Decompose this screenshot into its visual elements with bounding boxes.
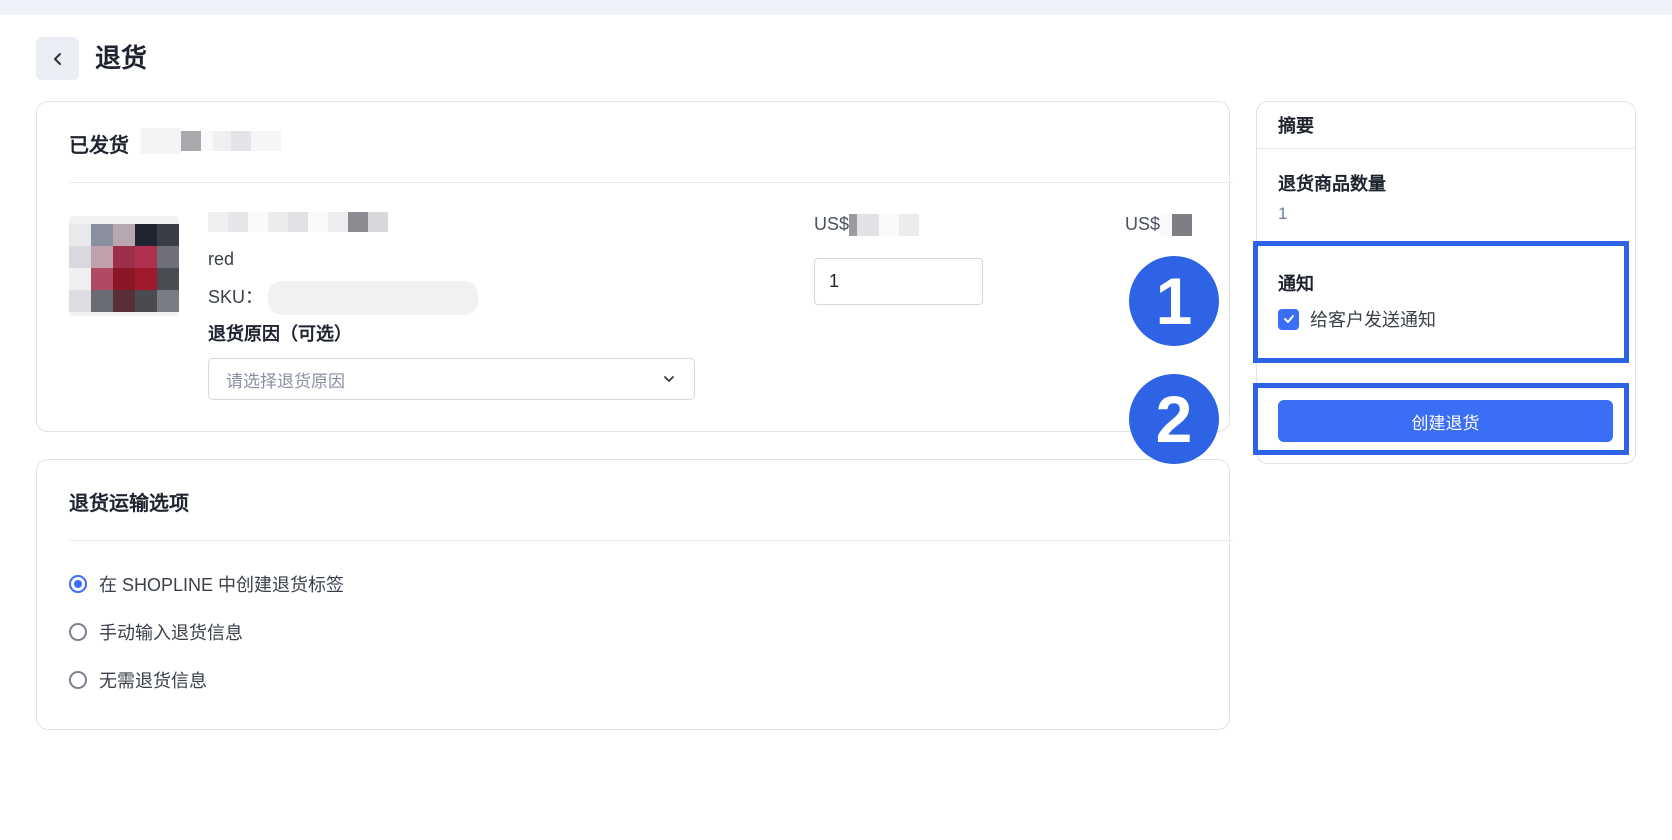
shipping-heading: 退货运输选项 (69, 493, 189, 515)
card-divider (69, 182, 1233, 183)
return-quantity-label: 退货商品数量 (1278, 174, 1386, 194)
unit-price: US$ (814, 214, 920, 237)
variant-label: red (208, 249, 235, 269)
chevron-down-icon (664, 376, 674, 382)
quantity-input[interactable] (814, 258, 983, 305)
sku-label: SKU： (208, 281, 479, 315)
chevron-left-icon (53, 52, 61, 65)
redacted-product-name (208, 212, 388, 232)
return-shipping-card: 退货运输选项 在 SHOPLINE 中创建退货标签 手动输入退货信息 无需退货信… (36, 459, 1233, 730)
shipping-option-label: 无需退货信息 (99, 671, 207, 691)
shipping-option-label: 在 SHOPLINE 中创建退货标签 (99, 575, 345, 595)
highlight-box-notification (1253, 241, 1629, 363)
redacted-line-total (1160, 214, 1193, 237)
radio-button[interactable] (69, 575, 87, 593)
shipping-option-shopline-label[interactable]: 在 SHOPLINE 中创建退货标签 (69, 571, 344, 597)
unit-price-currency: US$ (814, 214, 850, 234)
summary-title: 摘要 (1278, 116, 1314, 136)
step-marker-2: 2 (1129, 374, 1219, 464)
product-image (69, 216, 179, 316)
line-total-currency: US$ (1125, 214, 1161, 234)
shipped-items-card: 已发货 red SKU： 退货原因（可选） 请选择退货原因 US$ 1 US$ (36, 101, 1233, 432)
radio-button[interactable] (69, 671, 87, 689)
redacted-unit-price (849, 214, 920, 237)
card-divider (69, 540, 1233, 541)
shipped-heading: 已发货 (69, 135, 129, 157)
return-reason-select[interactable]: 请选择退货原因 (208, 358, 695, 400)
redacted-sku (268, 281, 479, 315)
return-quantity-value: 1 (1278, 204, 1288, 223)
summary-divider (1257, 148, 1635, 149)
page-title: 退货 (95, 43, 148, 73)
sku-prefix: SKU： (208, 286, 264, 307)
reason-placeholder: 请选择退货原因 (226, 371, 345, 391)
back-button[interactable] (36, 37, 79, 80)
shipping-option-none[interactable]: 无需退货信息 (69, 667, 207, 693)
top-header-strip (0, 0, 1672, 15)
highlight-box-create-button (1253, 383, 1629, 455)
step-marker-1: 1 (1129, 256, 1219, 346)
shipping-option-label: 手动输入退货信息 (99, 623, 243, 643)
redacted-order-number (141, 128, 281, 154)
line-total: US$ (1125, 214, 1193, 237)
shipping-option-manual[interactable]: 手动输入退货信息 (69, 619, 243, 645)
reason-label: 退货原因（可选） (208, 324, 352, 344)
radio-button[interactable] (69, 623, 87, 641)
